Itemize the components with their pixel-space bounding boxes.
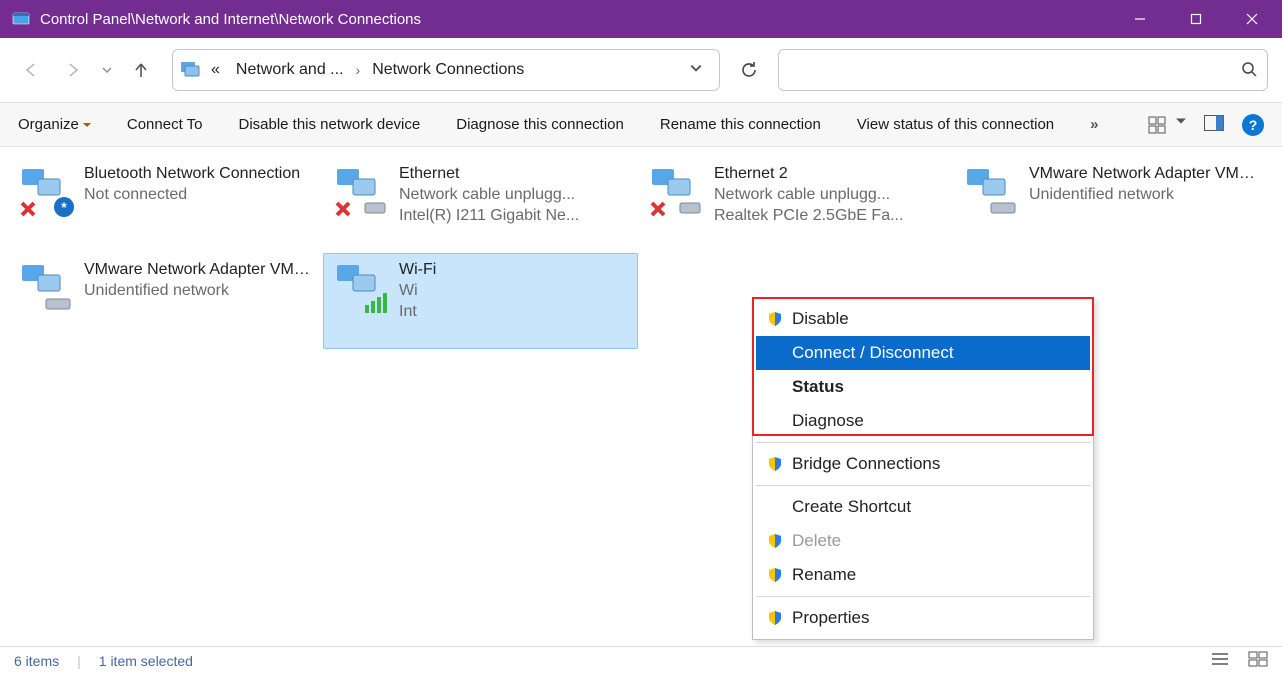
menu-separator [756, 442, 1090, 443]
network-icon [646, 163, 704, 221]
maximize-button[interactable] [1168, 0, 1224, 38]
connection-detail: Realtek PCIe 2.5GbE Fa... [714, 205, 903, 226]
connection-name: Ethernet 2 [714, 163, 903, 184]
ctx-create-shortcut[interactable]: Create Shortcut [756, 490, 1090, 524]
ctx-delete: Delete [756, 524, 1090, 558]
search-box[interactable] [778, 49, 1268, 91]
connection-detail: Int [399, 301, 436, 322]
network-icon [331, 163, 389, 221]
connection-item-wifi[interactable]: Wi-Fi Wi Int [323, 253, 638, 349]
view-details-button[interactable] [1210, 651, 1230, 670]
connection-name: VMware Network Adapter VMnet1 [1029, 163, 1259, 184]
address-icon [179, 57, 201, 84]
connection-status: Wi [399, 280, 436, 301]
ctx-disable[interactable]: Disable [756, 302, 1090, 336]
close-button[interactable] [1224, 0, 1280, 38]
recent-dropdown[interactable] [98, 64, 116, 76]
address-bar[interactable]: « Network and ... › Network Connections [172, 49, 720, 91]
ctx-properties[interactable]: Properties [756, 601, 1090, 635]
search-icon [1241, 61, 1257, 80]
connection-status: Network cable unplugg... [714, 184, 903, 205]
window-title: Control Panel\Network and Internet\Netwo… [40, 11, 1112, 28]
shield-icon [762, 567, 788, 583]
shield-icon [762, 533, 788, 549]
refresh-button[interactable] [728, 49, 770, 91]
breadcrumb-part1[interactable]: Network and ... [230, 57, 350, 83]
view-large-button[interactable] [1248, 651, 1268, 670]
menu-separator [756, 596, 1090, 597]
ctx-rename[interactable]: Rename [756, 558, 1090, 592]
address-dropdown[interactable] [679, 61, 713, 80]
context-menu: Disable Connect / Disconnect Status Diag… [752, 297, 1094, 640]
connection-item-bluetooth[interactable]: * Bluetooth Network Connection Not conne… [8, 157, 323, 253]
connection-item-ethernet[interactable]: Ethernet Network cable unplugg... Intel(… [323, 157, 638, 253]
nav-row: « Network and ... › Network Connections [0, 38, 1282, 103]
connection-name: Ethernet [399, 163, 579, 184]
up-button[interactable] [124, 53, 158, 87]
connection-status: Not connected [84, 184, 300, 205]
minimize-button[interactable] [1112, 0, 1168, 38]
preview-pane-toggle[interactable] [1204, 115, 1224, 135]
status-selected-count: 1 item selected [99, 653, 193, 669]
forward-button[interactable] [56, 53, 90, 87]
control-panel-icon [12, 10, 30, 28]
content-area: * Bluetooth Network Connection Not conne… [0, 147, 1282, 647]
ctx-status[interactable]: Status [756, 370, 1090, 404]
breadcrumb-part2[interactable]: Network Connections [366, 57, 530, 83]
connection-status: Unidentified network [84, 280, 314, 301]
network-icon: * [16, 163, 74, 221]
network-icon [16, 259, 74, 317]
titlebar: Control Panel\Network and Internet\Netwo… [0, 0, 1282, 38]
disable-device-button[interactable]: Disable this network device [238, 116, 420, 133]
status-bar: 6 items | 1 item selected [0, 646, 1282, 674]
toolbar-overflow[interactable]: » [1090, 116, 1099, 133]
network-icon [331, 259, 389, 317]
connection-item-ethernet2[interactable]: Ethernet 2 Network cable unplugg... Real… [638, 157, 953, 253]
connection-name: VMware Network Adapter VMnet8 [84, 259, 314, 280]
diagnose-button[interactable]: Diagnose this connection [456, 116, 624, 133]
connection-status: Unidentified network [1029, 184, 1259, 205]
view-status-button[interactable]: View status of this connection [857, 116, 1054, 133]
network-icon [961, 163, 1019, 221]
toolbar: Organize Connect To Disable this network… [0, 103, 1282, 147]
back-button[interactable] [14, 53, 48, 87]
connection-status: Network cable unplugg... [399, 184, 579, 205]
connect-to-button[interactable]: Connect To [127, 116, 203, 133]
connection-name: Bluetooth Network Connection [84, 163, 300, 184]
ctx-diagnose[interactable]: Diagnose [756, 404, 1090, 438]
svg-text:*: * [61, 199, 67, 215]
connection-detail: Intel(R) I211 Gigabit Ne... [399, 205, 579, 226]
shield-icon [762, 610, 788, 626]
view-options[interactable] [1148, 116, 1186, 134]
rename-button[interactable]: Rename this connection [660, 116, 821, 133]
shield-icon [762, 456, 788, 472]
menu-separator [756, 485, 1090, 486]
connection-item-vmnet1[interactable]: VMware Network Adapter VMnet1 Unidentifi… [953, 157, 1268, 253]
ctx-bridge[interactable]: Bridge Connections [756, 447, 1090, 481]
connection-name: Wi-Fi [399, 259, 436, 280]
organize-menu[interactable]: Organize [18, 116, 91, 133]
connection-item-vmnet8[interactable]: VMware Network Adapter VMnet8 Unidentifi… [8, 253, 323, 349]
breadcrumb-prefix[interactable]: « [205, 57, 226, 83]
shield-icon [762, 311, 788, 327]
ctx-connect-disconnect[interactable]: Connect / Disconnect [756, 336, 1090, 370]
breadcrumb-sep: › [354, 62, 363, 78]
help-button[interactable]: ? [1242, 114, 1264, 136]
status-item-count: 6 items [14, 653, 59, 669]
